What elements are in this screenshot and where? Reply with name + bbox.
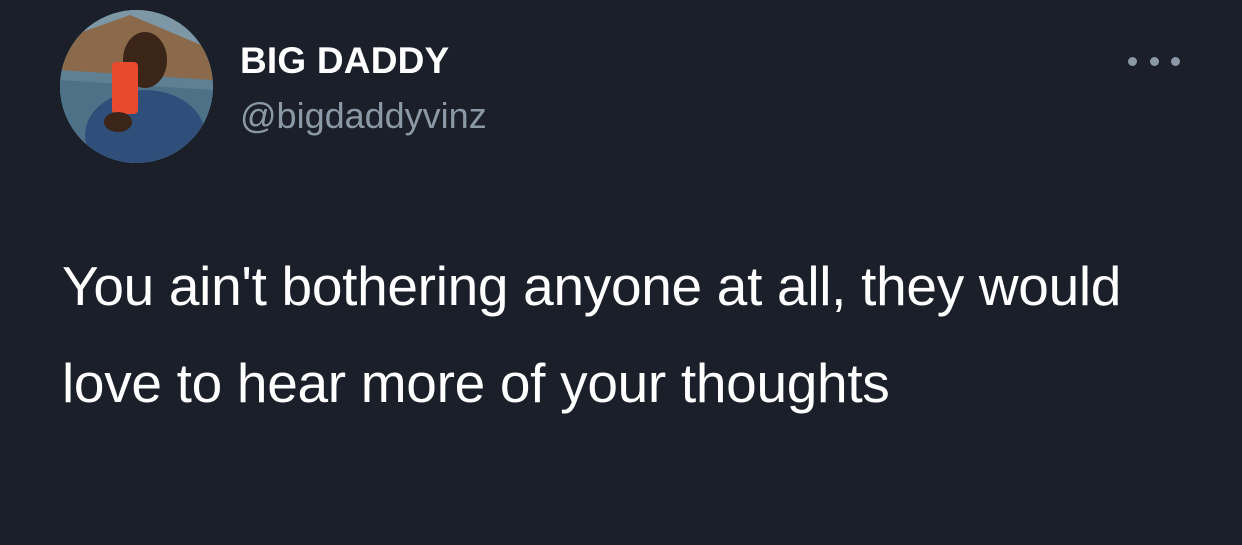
more-options-button[interactable] xyxy=(1128,48,1180,74)
ellipsis-dot-icon xyxy=(1171,56,1180,66)
author-display-name[interactable]: BIG DADDY xyxy=(240,40,449,82)
tweet-card: BIG DADDY @bigdaddyvinz You ain't bother… xyxy=(0,0,1242,545)
tweet-text: You ain't bothering anyone at all, they … xyxy=(62,255,1122,414)
ellipsis-dot-icon xyxy=(1149,56,1159,66)
avatar-photo-icon xyxy=(60,10,213,163)
author-avatar[interactable] xyxy=(60,10,213,163)
ellipsis-dot-icon xyxy=(1128,56,1137,66)
author-handle[interactable]: @bigdaddyvinz xyxy=(240,95,487,137)
